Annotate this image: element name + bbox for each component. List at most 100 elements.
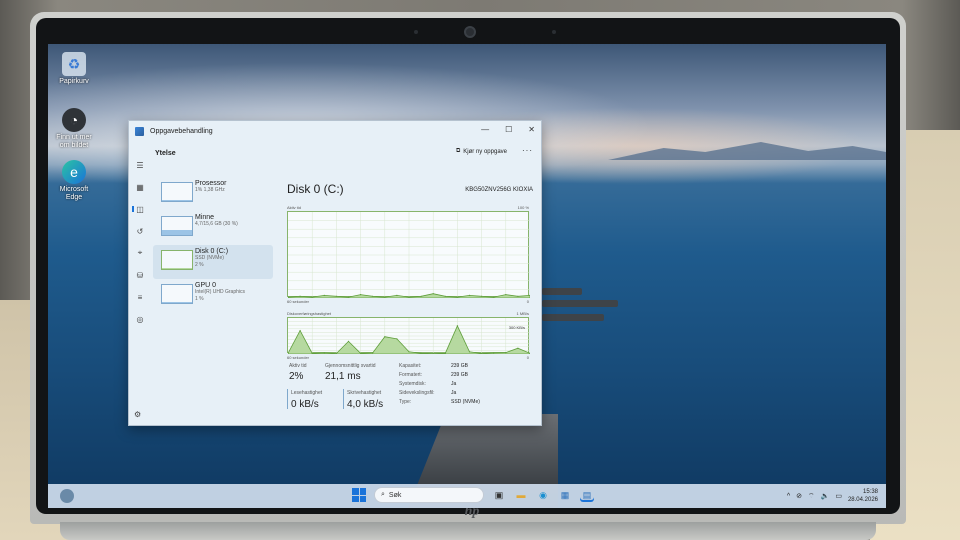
transfer-chart-label: Diskoverføringshastighet xyxy=(287,311,332,316)
disk-thumbnail xyxy=(161,250,193,270)
resource-item-processor[interactable]: Prosessor 1% 1,38 GHz xyxy=(153,177,273,211)
resource-detail: 4,7/15,6 GB (30 %) xyxy=(195,221,238,227)
data-point xyxy=(372,295,374,297)
volume-icon[interactable]: 🔈 xyxy=(821,492,830,500)
data-point xyxy=(493,296,495,298)
data-point xyxy=(347,340,350,342)
data-point xyxy=(347,296,350,298)
data-point xyxy=(456,296,458,298)
transfer-axis-left: 60 sekunder xyxy=(287,355,310,360)
data-point xyxy=(311,352,313,354)
data-point xyxy=(323,352,325,354)
resource-usage: 2 % xyxy=(195,262,204,268)
data-point xyxy=(517,347,519,349)
divider xyxy=(343,389,344,409)
data-point xyxy=(517,295,519,297)
task-view-icon[interactable]: ▣ xyxy=(492,488,506,502)
data-point xyxy=(432,352,434,354)
memory-thumbnail xyxy=(161,216,193,236)
prop-key: Systemdisk: xyxy=(399,381,426,387)
task-manager-icon[interactable]: ▤ xyxy=(580,488,594,502)
data-point xyxy=(468,351,471,353)
desktop-icon-edge[interactable]: e Microsoft Edge xyxy=(54,160,94,202)
start-button-icon[interactable] xyxy=(352,488,366,502)
services-icon[interactable]: ◎ xyxy=(134,313,146,325)
transfer-chart xyxy=(287,317,530,354)
data-point xyxy=(505,352,507,354)
users-icon[interactable]: ⛁ xyxy=(134,269,146,281)
data-point xyxy=(323,294,325,296)
resource-list: Prosessor 1% 1,38 GHz Minne 4,7/15,6 GB … xyxy=(153,177,273,313)
active-time-chart-svg xyxy=(288,212,530,298)
desktop-icon-recycle-bin[interactable]: ♻ Papirkurv xyxy=(54,52,94,86)
network-icon[interactable]: ⌔ xyxy=(808,492,815,501)
data-point xyxy=(481,295,483,297)
search-placeholder: Søk xyxy=(388,491,402,499)
run-new-task-button[interactable]: ⧉ Kjør ny oppgave xyxy=(456,148,507,155)
minimize-button[interactable]: — xyxy=(481,125,489,134)
data-point xyxy=(372,352,374,354)
sensor-dot xyxy=(414,30,418,34)
window-controls: — ☐ ✕ xyxy=(481,125,535,134)
weather-widget-icon[interactable] xyxy=(60,489,74,503)
edge-icon[interactable]: ◉ xyxy=(536,488,550,502)
prop-value: Ja xyxy=(451,381,457,387)
settings-icon[interactable]: ⚙ xyxy=(134,410,141,419)
resource-name: Disk 0 (C:) xyxy=(195,248,229,255)
sensor-dot xyxy=(552,30,556,34)
write-speed-label: Skrivehastighet xyxy=(347,390,382,396)
more-options-button[interactable]: ··· xyxy=(522,146,533,155)
resource-detail: Intel(R) UHD Graphics xyxy=(195,289,246,295)
startup-apps-icon[interactable]: ⌖ xyxy=(134,247,146,259)
processes-icon[interactable]: ▦ xyxy=(134,181,146,193)
data-point xyxy=(408,296,410,298)
data-point xyxy=(360,352,362,354)
active-time-axis-zero: 0 xyxy=(526,299,529,304)
prop-value: SSD (NVMe) xyxy=(451,399,480,405)
store-icon[interactable]: ▦ xyxy=(558,488,572,502)
avg-response-value: 21,1 ms xyxy=(325,371,361,382)
details-icon[interactable]: ≡ xyxy=(134,291,146,303)
transfer-chart-max: 1 MB/s xyxy=(516,311,529,316)
task-manager-window[interactable]: Oppgavebehandling — ☐ ✕ ☰ ▦ ◫ ↺ ⌖ ⛁ ≡ ◎ … xyxy=(128,120,542,426)
data-point xyxy=(384,336,386,338)
transfer-chart-svg xyxy=(288,318,530,354)
data-point xyxy=(299,330,301,332)
no-connection-icon[interactable]: ⊘ xyxy=(796,492,802,500)
performance-icon[interactable]: ◫ xyxy=(134,203,146,215)
desktop-icon-learn-more[interactable]: ◔ Finn ut mer om bildet xyxy=(54,108,94,150)
prop-value: 239 GB xyxy=(451,363,468,369)
resource-item-memory[interactable]: Minne 4,7/15,6 GB (30 %) xyxy=(153,211,273,245)
section-title: Ytelse xyxy=(155,149,176,157)
active-time-chart xyxy=(287,211,530,298)
file-explorer-icon[interactable]: ▬ xyxy=(514,488,528,502)
window-title: Oppgavebehandling xyxy=(150,127,213,135)
screen: ♻ Papirkurv ◔ Finn ut mer om bildet e Mi… xyxy=(48,44,886,508)
resource-item-disk[interactable]: Disk 0 (C:) SSD (NVMe) 2 % xyxy=(153,245,273,279)
clock-time: 15:38 xyxy=(862,489,878,495)
show-hidden-icons-icon[interactable]: ^ xyxy=(787,493,790,500)
task-manager-app-icon xyxy=(135,126,144,136)
app-history-icon[interactable]: ↺ xyxy=(134,225,146,237)
maximize-button[interactable]: ☐ xyxy=(505,125,512,134)
resource-detail: SSD (NVMe) xyxy=(195,255,224,261)
battery-icon[interactable]: ▭ xyxy=(835,492,842,500)
close-button[interactable]: ✕ xyxy=(528,125,535,134)
laptop-hinge xyxy=(60,522,876,540)
taskbar-search[interactable]: ⌕ Søk xyxy=(374,487,484,503)
resource-item-gpu[interactable]: GPU 0 Intel(R) UHD Graphics 1 % xyxy=(153,279,273,313)
hamburger-menu-icon[interactable]: ☰ xyxy=(134,159,146,171)
data-point xyxy=(420,295,422,297)
active-time-chart-label: Aktiv tid xyxy=(287,205,302,210)
wallpaper-mountains xyxy=(608,142,886,160)
prop-key: Type: xyxy=(399,399,412,405)
data-point xyxy=(420,352,422,354)
transfer-chart-mid: 300 KB/s xyxy=(508,325,525,330)
data-point xyxy=(456,325,458,327)
search-icon: ⌕ xyxy=(381,491,385,498)
section-header: Ytelse ⧉ Kjør ny oppgave ··· xyxy=(151,141,541,165)
data-point xyxy=(335,295,337,297)
title-bar[interactable]: Oppgavebehandling — ☐ ✕ xyxy=(129,121,541,141)
clock[interactable]: 15:38 28.04.2026 xyxy=(848,488,878,504)
gpu-thumbnail xyxy=(161,284,193,304)
